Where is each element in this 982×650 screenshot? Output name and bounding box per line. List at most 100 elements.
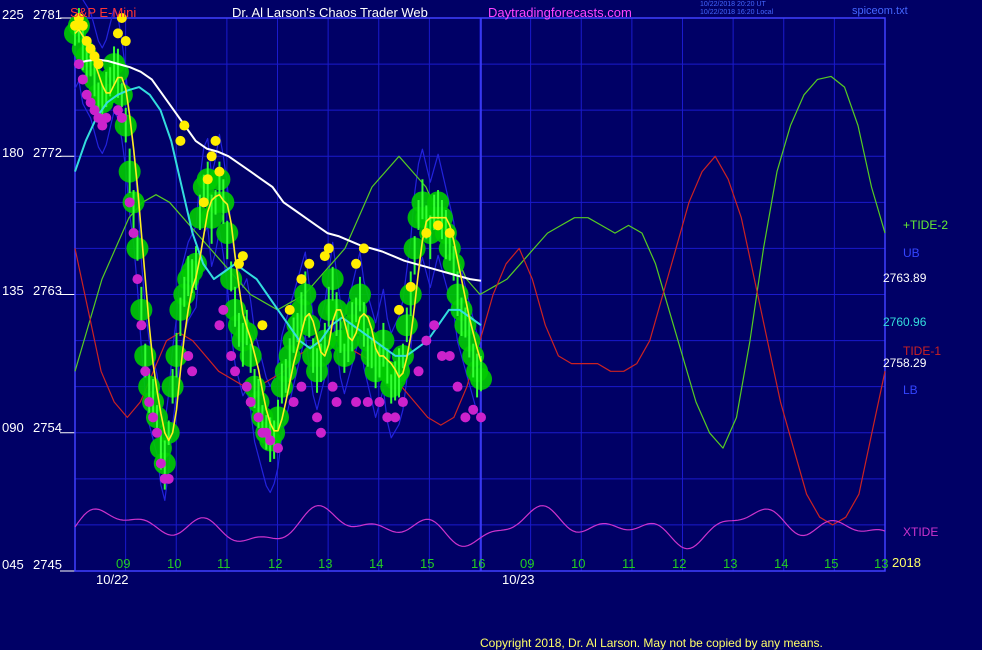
high-dot [433, 220, 444, 231]
high-dot [296, 274, 307, 285]
timestamp-ut: 10/22/2018 20:20 UT [700, 1, 766, 8]
ub-label: UB [903, 246, 920, 260]
low-dot [273, 443, 283, 454]
low-dot [151, 427, 162, 438]
low-dot [327, 381, 338, 392]
low-dot [183, 350, 194, 361]
tide2-label: +TIDE-2 [903, 218, 949, 232]
low-dot [296, 381, 307, 392]
year-label: 2018 [892, 555, 921, 570]
high-dot [351, 258, 362, 269]
y-osc-label-4: 045 [2, 557, 24, 572]
x-hour-label: 15 [420, 556, 435, 571]
low-dot [155, 458, 166, 469]
x-hour-label: 10 [571, 556, 586, 571]
site-link[interactable]: Daytradingforecasts.com [488, 5, 632, 20]
y-osc-label-3: 090 [2, 420, 24, 435]
low-dot [241, 381, 252, 392]
low-dot [421, 335, 432, 346]
y-osc-label-0: 225 [2, 7, 24, 22]
app-title: Dr. Al Larson's Chaos Trader Web [232, 5, 428, 20]
chaos-trader-chart [60, 0, 886, 572]
x-date-label: 10/23 [502, 572, 535, 587]
low-dot [374, 397, 385, 408]
copyright: Copyright 2018, Dr. Al Larson. May not b… [480, 636, 823, 650]
x-hour-label: 15 [824, 556, 839, 571]
low-dot [77, 74, 88, 85]
low-dot [132, 274, 143, 285]
high-dot [120, 36, 131, 47]
x-hour-label: 10 [167, 556, 182, 571]
high-dot [202, 174, 213, 185]
low-dot [413, 366, 424, 377]
low-dot [124, 197, 135, 208]
low-dot [245, 397, 256, 408]
low-dot [452, 381, 463, 392]
x-hour-label: 12 [268, 556, 283, 571]
high-dot [304, 258, 315, 269]
low-dot [253, 412, 264, 423]
xtide-label: XTIDE [903, 525, 939, 539]
low-dot [390, 412, 401, 423]
low-dot [288, 397, 299, 408]
low-dot [144, 397, 155, 408]
low-dot [73, 59, 84, 70]
low-dot [476, 412, 486, 423]
high-dot [175, 135, 186, 146]
low-dot [444, 350, 455, 361]
y-price-label-1: 2772 [33, 145, 62, 160]
x-hour-label: 09 [116, 556, 131, 571]
lb-label: LB [903, 383, 918, 397]
x-hour-label: 13 [874, 556, 889, 571]
low-dot [187, 366, 198, 377]
low-dot [460, 412, 471, 423]
high-dot [206, 151, 217, 162]
data-file: spiceom.txt [852, 5, 908, 17]
high-dot [421, 228, 432, 239]
yellow-ma-value: 2758.29 [883, 356, 927, 370]
x-hour-label: 11 [622, 556, 636, 571]
symbol-title: S&P E-Mini [70, 5, 137, 20]
y-price-label-3: 2754 [33, 420, 62, 435]
y-axis-ticks [60, 17, 75, 572]
x-hour-label: 12 [672, 556, 687, 571]
x-hour-label: 09 [520, 556, 535, 571]
high-dot [284, 304, 295, 315]
white-ma-value: 2763.89 [883, 271, 927, 285]
low-dot [218, 304, 229, 315]
low-dot [397, 397, 408, 408]
timestamp-local: 10/22/2018 16:20 Local [700, 9, 774, 16]
high-dot [93, 59, 104, 70]
low-dot [226, 350, 237, 361]
low-dot [315, 427, 326, 438]
y-price-label-4: 2745 [33, 557, 62, 572]
x-hour-label: 14 [774, 556, 789, 571]
low-dot [148, 412, 159, 423]
high-dot [405, 281, 416, 292]
y-price-label-2: 2763 [33, 283, 62, 298]
y-price-label-0: 2781 [33, 7, 62, 22]
low-dot [116, 112, 127, 123]
high-dot [358, 243, 369, 254]
x-hour-label: 13 [723, 556, 738, 571]
low-dot [312, 412, 323, 423]
high-dot [323, 243, 334, 254]
high-dot [394, 304, 405, 315]
high-dot [237, 251, 248, 262]
x-hour-label: 13 [318, 556, 333, 571]
high-dot [444, 228, 455, 239]
low-dot [265, 435, 276, 446]
low-dot [163, 473, 174, 484]
low-dot [362, 397, 373, 408]
x-hour-label: 14 [369, 556, 384, 571]
high-dot [179, 120, 190, 131]
high-dot [198, 197, 209, 208]
low-dot [128, 228, 139, 239]
low-dot [136, 320, 147, 331]
high-dot [112, 28, 123, 39]
high-dot [77, 20, 88, 31]
y-osc-label-1: 180 [2, 145, 24, 160]
low-dot [230, 366, 241, 377]
cyan-ma-value: 2760.96 [883, 315, 927, 329]
low-dot [429, 320, 440, 331]
